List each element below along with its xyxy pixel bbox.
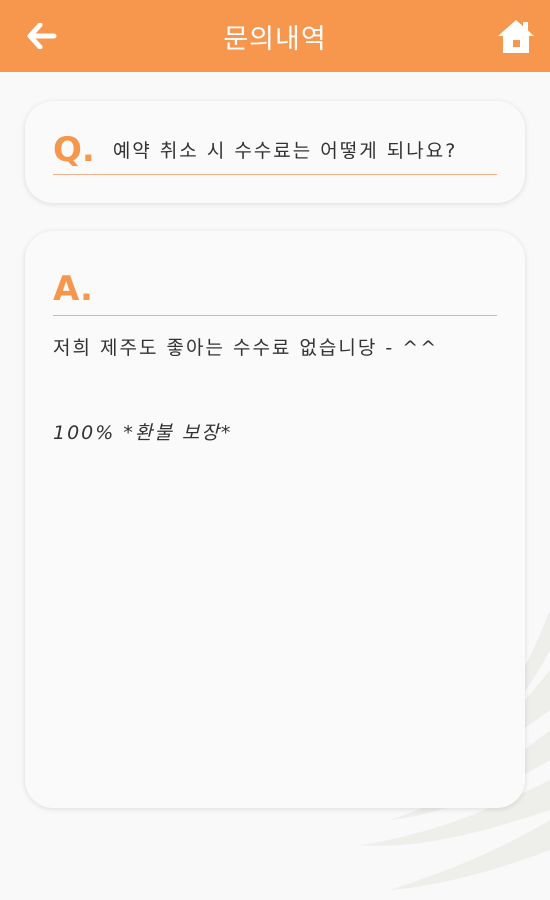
question-row: Q. 예약 취소 시 수수료는 어떻게 되나요? bbox=[53, 125, 497, 175]
answer-row: A. bbox=[53, 263, 497, 316]
arrow-left-icon bbox=[27, 23, 57, 49]
home-icon bbox=[498, 20, 534, 53]
answer-mark-label: A. bbox=[53, 269, 93, 309]
question-card: Q. 예약 취소 시 수수료는 어떻게 되나요? bbox=[25, 101, 525, 203]
back-button[interactable] bbox=[24, 20, 60, 52]
page-title: 문의내역 bbox=[223, 23, 327, 55]
question-mark-label: Q. bbox=[53, 129, 95, 170]
home-button[interactable] bbox=[494, 14, 538, 58]
answer-text-line: 저희 제주도 좋아는 수수료 없습니당 - ^^ bbox=[53, 337, 439, 359]
answer-card: A. 저희 제주도 좋아는 수수료 없습니당 - ^^ 100% *환불 보장* bbox=[25, 231, 525, 808]
question-text: 예약 취소 시 수수료는 어떻게 되나요? bbox=[112, 140, 458, 162]
answer-text-line: 100% *환불 보장* bbox=[53, 422, 233, 444]
app-header: 문의내역 bbox=[0, 0, 550, 72]
